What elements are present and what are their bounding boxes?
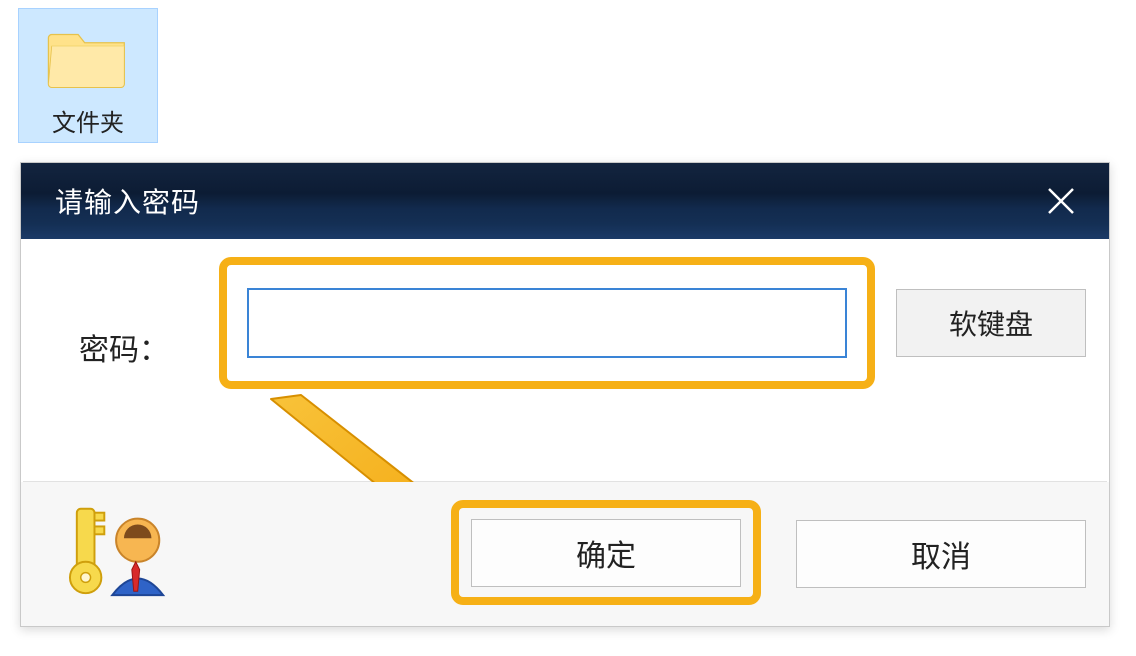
- password-dialog: 请输入密码 密码： 软键盘: [20, 162, 1110, 627]
- annotation-highlight-input: [219, 257, 875, 389]
- dialog-titlebar: 请输入密码: [21, 163, 1109, 239]
- folder-label: 文件夹: [52, 103, 124, 138]
- key-user-icon: [67, 500, 175, 600]
- password-label: 密码：: [79, 325, 209, 369]
- dialog-body: 密码： 软键盘: [21, 239, 1109, 626]
- desktop-folder-item[interactable]: 文件夹: [18, 8, 158, 143]
- cancel-button[interactable]: 取消: [796, 520, 1086, 588]
- ok-button[interactable]: 确定: [471, 519, 741, 587]
- password-input[interactable]: [247, 288, 847, 358]
- dialog-footer: 确定 取消: [21, 482, 1109, 626]
- close-button[interactable]: [1039, 179, 1083, 223]
- dialog-title: 请输入密码: [55, 181, 200, 221]
- folder-icon: [44, 23, 132, 89]
- close-icon: [1045, 185, 1077, 217]
- soft-keyboard-button[interactable]: 软键盘: [896, 289, 1086, 357]
- annotation-highlight-ok: 确定: [451, 500, 761, 605]
